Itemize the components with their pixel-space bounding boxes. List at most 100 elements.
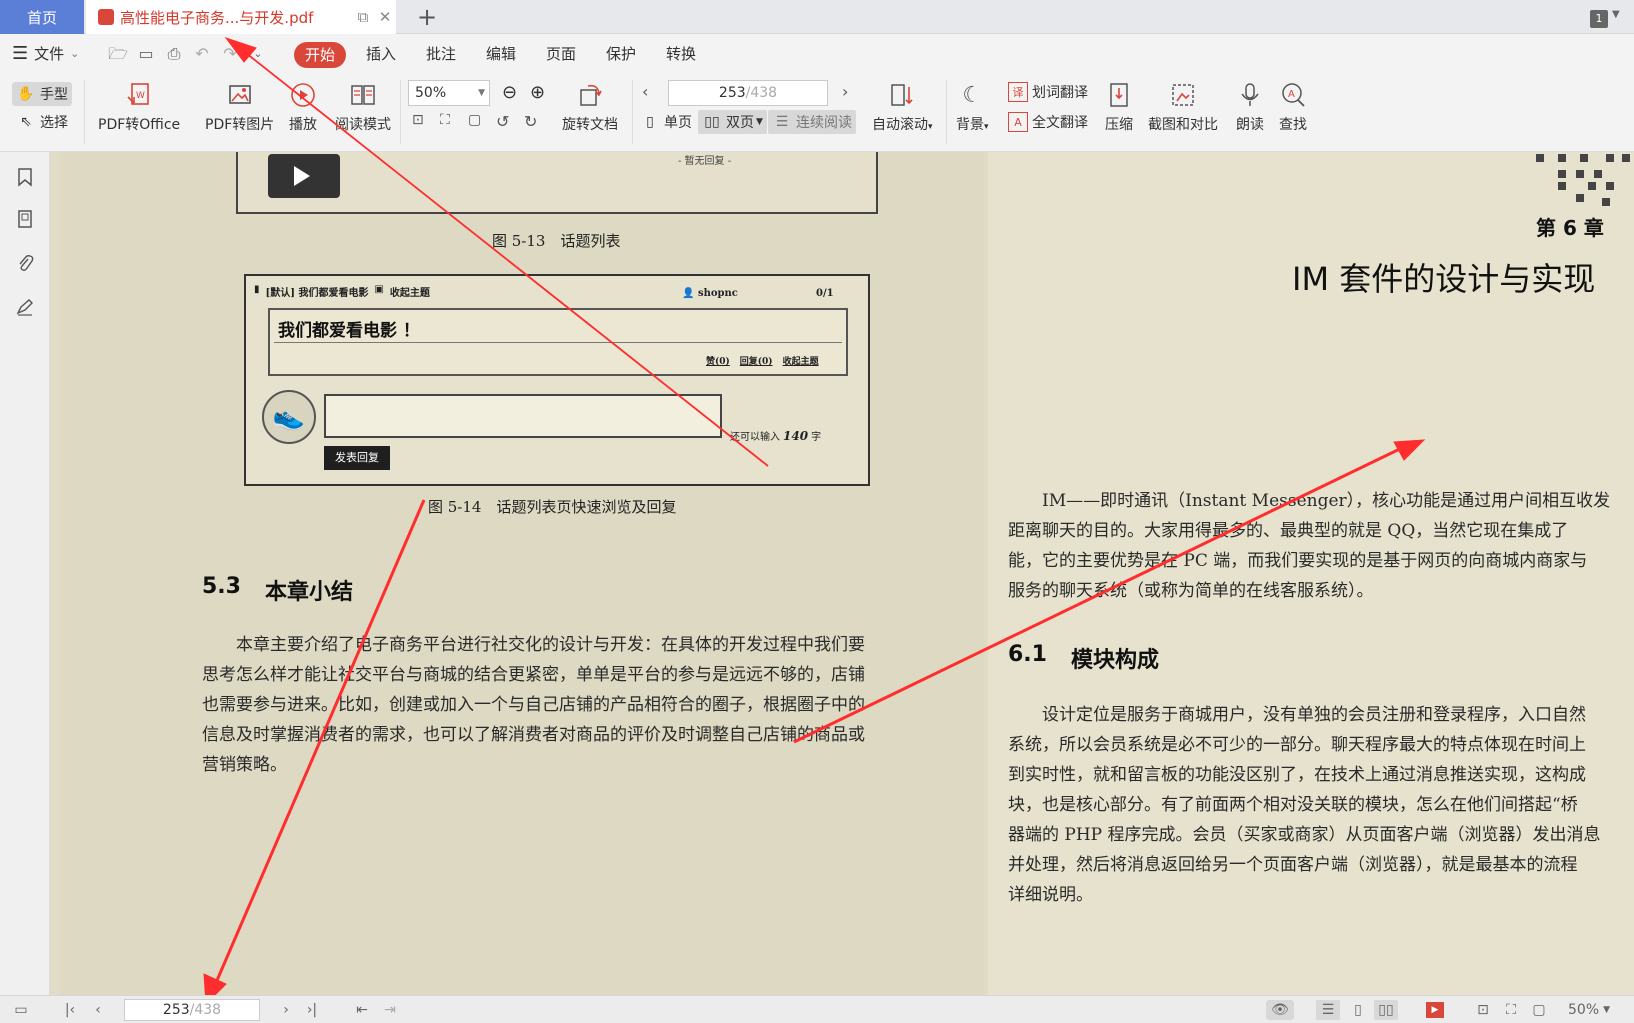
read-aloud-button[interactable]: 朗读: [1235, 80, 1265, 134]
background-button[interactable]: ☾ 背景▾: [956, 80, 989, 134]
open-folder-icon[interactable]: 🗁: [108, 44, 128, 64]
compress-button[interactable]: 压缩: [1104, 80, 1134, 134]
fit-page-icon[interactable]: ⛶: [440, 112, 450, 128]
close-icon[interactable]: ✕: [374, 8, 396, 26]
back-icon[interactable]: ⇤: [352, 1000, 372, 1020]
print-icon[interactable]: ⎙: [164, 44, 184, 64]
prev-page-icon[interactable]: ‹: [642, 82, 648, 101]
section-heading-6-1: 6.1 模块构成: [1008, 642, 1159, 674]
paragraph-line: 器端的 PHP 程序完成。会员（买家或商家）从页面客户端（浏览器）发出消息: [1008, 825, 1601, 845]
find-button[interactable]: A 查找: [1278, 80, 1308, 134]
play-slideshow-icon[interactable]: ▶: [1424, 1000, 1446, 1020]
bookmark-icon[interactable]: [12, 164, 38, 190]
double-view-icon[interactable]: ▯▯: [1374, 1000, 1398, 1020]
mock-submit-button: 发表回复: [324, 446, 390, 470]
forward-icon[interactable]: ⇥: [380, 1000, 400, 1020]
single-page-icon: ▯: [646, 114, 654, 130]
continuous-view-icon[interactable]: ☰: [1316, 1000, 1340, 1020]
select-tool-button[interactable]: ⇖ 选择: [16, 112, 68, 132]
pdf-to-office-icon: W: [124, 80, 154, 110]
fit-page-icon[interactable]: ⛶: [1500, 1000, 1522, 1020]
document-viewer[interactable]: - 暂无回复 - 图 5-13 话题列表 ▮ [默认] 我们都爱看电影 ▣ 收起…: [50, 152, 1634, 995]
full-translate-button[interactable]: A 全文翻译: [1008, 112, 1088, 132]
first-page-icon[interactable]: |‹: [60, 1000, 80, 1020]
rotate-right-icon[interactable]: ↻: [524, 112, 537, 131]
moon-icon: ☾: [962, 82, 983, 108]
undo-icon[interactable]: ↶: [192, 44, 212, 64]
play-button[interactable]: 播放: [288, 80, 318, 134]
redo-icon[interactable]: ↷: [220, 44, 240, 64]
sidebar-toggle-icon[interactable]: ▭: [10, 1000, 32, 1020]
read-mode-label: 阅读模式: [335, 117, 391, 133]
file-menu[interactable]: ☰ 文件 ⌄: [12, 34, 79, 74]
rotate-left-icon[interactable]: ↺: [496, 112, 509, 131]
pdf-to-image-label: PDF转图片: [205, 117, 275, 133]
single-page-button[interactable]: ▯ 单页: [640, 112, 692, 132]
eye-protection-icon[interactable]: 👁: [1266, 1000, 1294, 1020]
paragraph-line: 营销策略。: [202, 755, 287, 775]
auto-scroll-button[interactable]: 自动滚动▾: [872, 80, 933, 134]
divider: [946, 80, 947, 144]
menu-page[interactable]: 页面: [546, 34, 576, 74]
save-icon[interactable]: ▭: [136, 44, 156, 64]
signature-icon[interactable]: [12, 294, 38, 320]
prev-page-icon[interactable]: ‹: [88, 1000, 108, 1020]
hand-icon: ✋: [17, 86, 35, 102]
divider: [84, 80, 85, 144]
zoom-in-icon[interactable]: ⊕: [530, 82, 545, 103]
window-count-badge[interactable]: 1: [1590, 10, 1608, 28]
mock-link-reply: 回复(0): [739, 357, 773, 367]
document-icon: ▮: [254, 284, 260, 295]
actual-size-icon[interactable]: ⊡: [1472, 1000, 1494, 1020]
tab-home[interactable]: 首页: [0, 0, 84, 34]
next-page-icon[interactable]: ›: [842, 82, 848, 101]
menu-convert[interactable]: 转换: [666, 34, 696, 74]
hand-tool-button[interactable]: ✋ 手型: [12, 82, 72, 106]
tab-document[interactable]: 高性能电子商务...与开发.pdf ⧉ ✕: [86, 0, 396, 34]
zoom-select[interactable]: 50% ▼: [408, 80, 490, 106]
paragraph-line: 并处理，然后将消息返回给另一个页面客户端（浏览器），就是最基本的流程: [1008, 855, 1578, 875]
page-number-input[interactable]: 253/438: [668, 80, 828, 106]
pdf-to-office-button[interactable]: W PDF转Office: [98, 80, 180, 134]
status-zoom-select[interactable]: 50% ▼: [1568, 1000, 1624, 1020]
play-label: 播放: [289, 117, 317, 133]
menu-start[interactable]: 开始: [294, 42, 346, 68]
play-icon: [288, 80, 318, 110]
fit-width-icon[interactable]: ▢: [468, 112, 481, 128]
actual-size-icon[interactable]: ⊡: [412, 112, 424, 128]
read-mode-button[interactable]: 阅读模式: [335, 80, 391, 134]
last-page-icon[interactable]: ›|: [302, 1000, 322, 1020]
zoom-value: 50%: [415, 85, 447, 101]
attachment-icon[interactable]: [12, 250, 38, 276]
single-view-icon[interactable]: ▯: [1346, 1000, 1370, 1020]
pin-tab-icon[interactable]: ⧉: [352, 8, 374, 26]
menu-insert[interactable]: 插入: [366, 34, 396, 74]
fit-width-icon[interactable]: ▢: [1528, 1000, 1550, 1020]
section-title: 模块构成: [1070, 648, 1159, 673]
quick-access-dropdown-icon[interactable]: ⌄: [248, 44, 268, 64]
double-page-button[interactable]: ▯▯ 双页 ▼: [698, 110, 767, 134]
left-sidebar: [0, 152, 50, 995]
window-dropdown-icon[interactable]: ▼: [1612, 9, 1620, 20]
new-tab-button[interactable]: +: [412, 2, 442, 32]
screenshot-compare-button[interactable]: 截图和对比: [1148, 80, 1218, 134]
word-translate-button[interactable]: 译 划词翻译: [1008, 82, 1088, 102]
next-page-icon[interactable]: ›: [276, 1000, 296, 1020]
mock-links: 赞(0) 回复(0) 收起主题: [706, 354, 819, 367]
continuous-read-button[interactable]: ☰ 连续阅读: [768, 110, 856, 134]
search-icon: A: [1278, 80, 1308, 110]
pdf-to-image-button[interactable]: PDF转图片: [205, 80, 274, 134]
status-page-input[interactable]: 253/438: [124, 999, 260, 1021]
hand-tool-label: 手型: [40, 87, 68, 103]
cursor-icon: ⇖: [20, 114, 32, 130]
rotate-document-button[interactable]: 旋转文档: [562, 80, 618, 134]
menu-protect[interactable]: 保护: [606, 34, 636, 74]
divider: [632, 80, 633, 144]
menu-edit[interactable]: 编辑: [486, 34, 516, 74]
thumbnail-icon[interactable]: [12, 206, 38, 232]
continuous-read-label: 连续阅读: [796, 115, 852, 131]
menu-annotate[interactable]: 批注: [426, 34, 456, 74]
paragraph-line: IM——即时通讯（Instant Messenger），核心功能是通过用户间相互…: [1042, 491, 1611, 511]
mock-char-left: 还可以输入: [730, 432, 780, 443]
zoom-out-icon[interactable]: ⊖: [502, 82, 517, 103]
